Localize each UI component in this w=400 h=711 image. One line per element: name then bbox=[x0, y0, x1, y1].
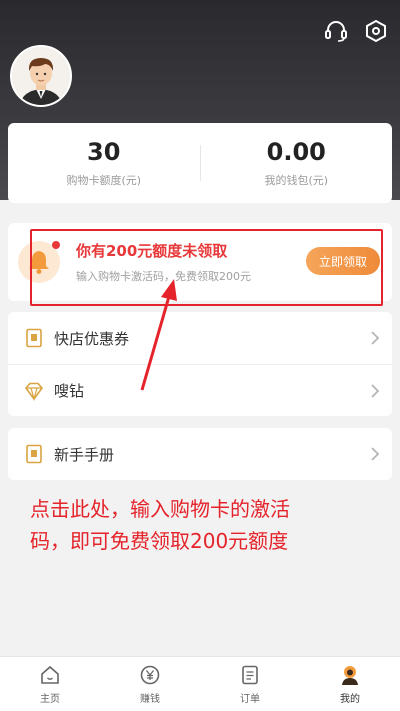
tab-label-home: 主页 bbox=[40, 693, 60, 705]
stats-card: 30 购物卡额度(元) 0.00 我的钱包(元) bbox=[8, 123, 392, 203]
menu-group-1: 快店优惠券 嗖钻 bbox=[8, 312, 392, 416]
quota-label: 购物卡额度(元) bbox=[66, 174, 142, 187]
menu-item-manual[interactable]: 新手手册 bbox=[8, 428, 392, 480]
tab-home[interactable]: 主页 bbox=[0, 657, 100, 711]
wallet-label: 我的钱包(元) bbox=[264, 174, 329, 187]
menu-label-coupons: 快店优惠券 bbox=[54, 329, 130, 348]
claim-now-button[interactable]: 立即领取 bbox=[306, 247, 380, 275]
menu-group-2: 新手手册 bbox=[8, 428, 392, 480]
chevron-right-icon bbox=[371, 384, 380, 398]
tab-orders[interactable]: 订单 bbox=[200, 657, 300, 711]
settings-icon[interactable] bbox=[363, 18, 389, 44]
tab-label-earn: 赚钱 bbox=[140, 693, 160, 705]
wallet-value: 0.00 bbox=[266, 138, 326, 166]
menu-item-coupons[interactable]: 快店优惠券 bbox=[8, 312, 392, 364]
annotation-text: 点击此处，输入购物卡的激活 码，即可免费领取200元额度 bbox=[30, 493, 380, 557]
diamond-icon bbox=[24, 382, 44, 401]
manual-icon bbox=[26, 444, 42, 464]
tab-earn[interactable]: 赚钱 bbox=[100, 657, 200, 711]
wallet-balance[interactable]: 0.00 我的钱包(元) bbox=[201, 123, 393, 203]
avatar[interactable] bbox=[10, 45, 72, 107]
chevron-right-icon bbox=[371, 331, 380, 345]
annotation-line-1: 点击此处，输入购物卡的激活 bbox=[30, 497, 290, 521]
shopping-card-quota[interactable]: 30 购物卡额度(元) bbox=[8, 123, 200, 203]
quota-value: 30 bbox=[87, 138, 121, 166]
annotation-arrow-icon bbox=[140, 279, 177, 391]
yen-icon bbox=[140, 665, 160, 684]
promo-card[interactable]: 你有200元额度未领取 输入购物卡激活码，免费领取200元 立即领取 bbox=[8, 223, 392, 301]
profile-icon bbox=[342, 665, 358, 685]
coupon-icon bbox=[26, 328, 42, 348]
menu-label-manual: 新手手册 bbox=[54, 445, 115, 464]
avatar-portrait-icon bbox=[12, 47, 70, 105]
headset-icon[interactable] bbox=[323, 18, 349, 44]
bottom-tab-bar: 主页 赚钱 订单 我的 bbox=[0, 656, 400, 711]
order-icon bbox=[242, 665, 258, 684]
promo-title: 你有200元额度未领取 bbox=[76, 242, 228, 260]
menu-label-diamonds: 嗖钻 bbox=[54, 382, 85, 400]
notification-dot bbox=[52, 241, 60, 249]
home-icon bbox=[41, 665, 59, 684]
annotation-line-2: 码，即可免费领取200元额度 bbox=[30, 529, 289, 553]
tab-label-profile: 我的 bbox=[340, 693, 360, 705]
chevron-right-icon bbox=[371, 447, 380, 461]
tab-profile[interactable]: 我的 bbox=[300, 657, 400, 711]
menu-item-diamonds[interactable]: 嗖钻 bbox=[8, 364, 392, 416]
tab-label-orders: 订单 bbox=[240, 693, 260, 705]
